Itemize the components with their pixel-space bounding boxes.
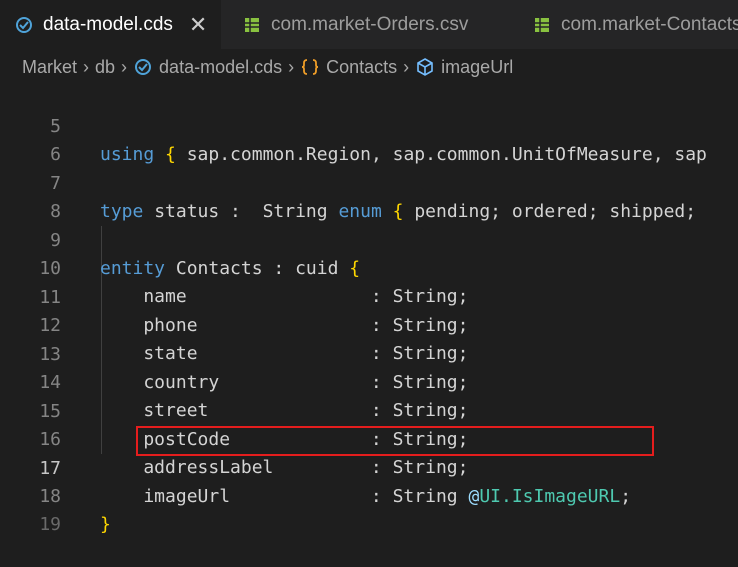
tab-contacts-csv[interactable]: com.market-Contacts [510,0,738,49]
line-number: 19 [39,514,61,535]
code-line[interactable]: 5 using { sap.common.Region, sap.common.… [0,85,738,165]
code-line[interactable]: 6 [0,113,738,165]
entity-symbol-icon [300,57,320,77]
tab-orders-csv[interactable]: com.market-Orders.csv [222,0,508,49]
code-editor[interactable]: 5 using { sap.common.Region, sap.common.… [0,85,738,535]
breadcrumb-separator: › [121,56,128,77]
breadcrumb-item-db[interactable]: db [95,57,115,78]
code-line[interactable]: 11 phone : String; [0,256,738,336]
tab-label: com.market-Orders.csv [271,13,469,35]
breadcrumb-item-contacts[interactable]: Contacts [326,57,397,78]
code-line[interactable]: 19 [0,483,738,535]
code-line[interactable]: 14 street : String; [0,341,738,421]
code-text: } [100,514,111,535]
highlight-box [136,426,654,456]
tab-data-model-cds[interactable]: data-model.cds ✕ [0,0,221,49]
field-symbol-icon [415,57,435,77]
csv-table-icon [242,15,262,35]
breadcrumb-item-imageurl[interactable]: imageUrl [441,57,513,78]
close-icon[interactable]: ✕ [189,12,207,38]
breadcrumb: Market › db › data-model.cds › Contacts … [0,50,738,84]
breadcrumb-item-file[interactable]: data-model.cds [159,57,282,78]
code-line[interactable]: 18 } [0,455,738,535]
tab-label: data-model.cds [43,13,173,35]
csv-table-icon [532,15,552,35]
code-line[interactable]: 12 state : String; [0,284,738,364]
tab-label: com.market-Contacts [561,13,738,35]
breadcrumb-separator: › [83,56,90,77]
code-line[interactable]: 8 [0,170,738,222]
code-line[interactable]: 10 name : String; [0,227,738,307]
breadcrumb-separator: › [403,56,410,77]
code-line[interactable]: 16 addressLabel : String; [0,398,738,478]
cds-file-icon [133,57,153,77]
breadcrumb-item-market[interactable]: Market [22,57,77,78]
code-line[interactable]: 7 type status : String enum { pending; o… [0,142,738,222]
code-line[interactable]: 15 postCode : String; [0,370,738,450]
breadcrumb-separator: › [288,56,295,77]
editor-tab-bar: data-model.cds ✕ com.market-Orders.csv c… [0,0,738,49]
code-line[interactable]: 9 entity Contacts : cuid { [0,199,738,279]
code-line[interactable]: 13 country : String; [0,313,738,393]
cds-file-icon [14,15,34,35]
